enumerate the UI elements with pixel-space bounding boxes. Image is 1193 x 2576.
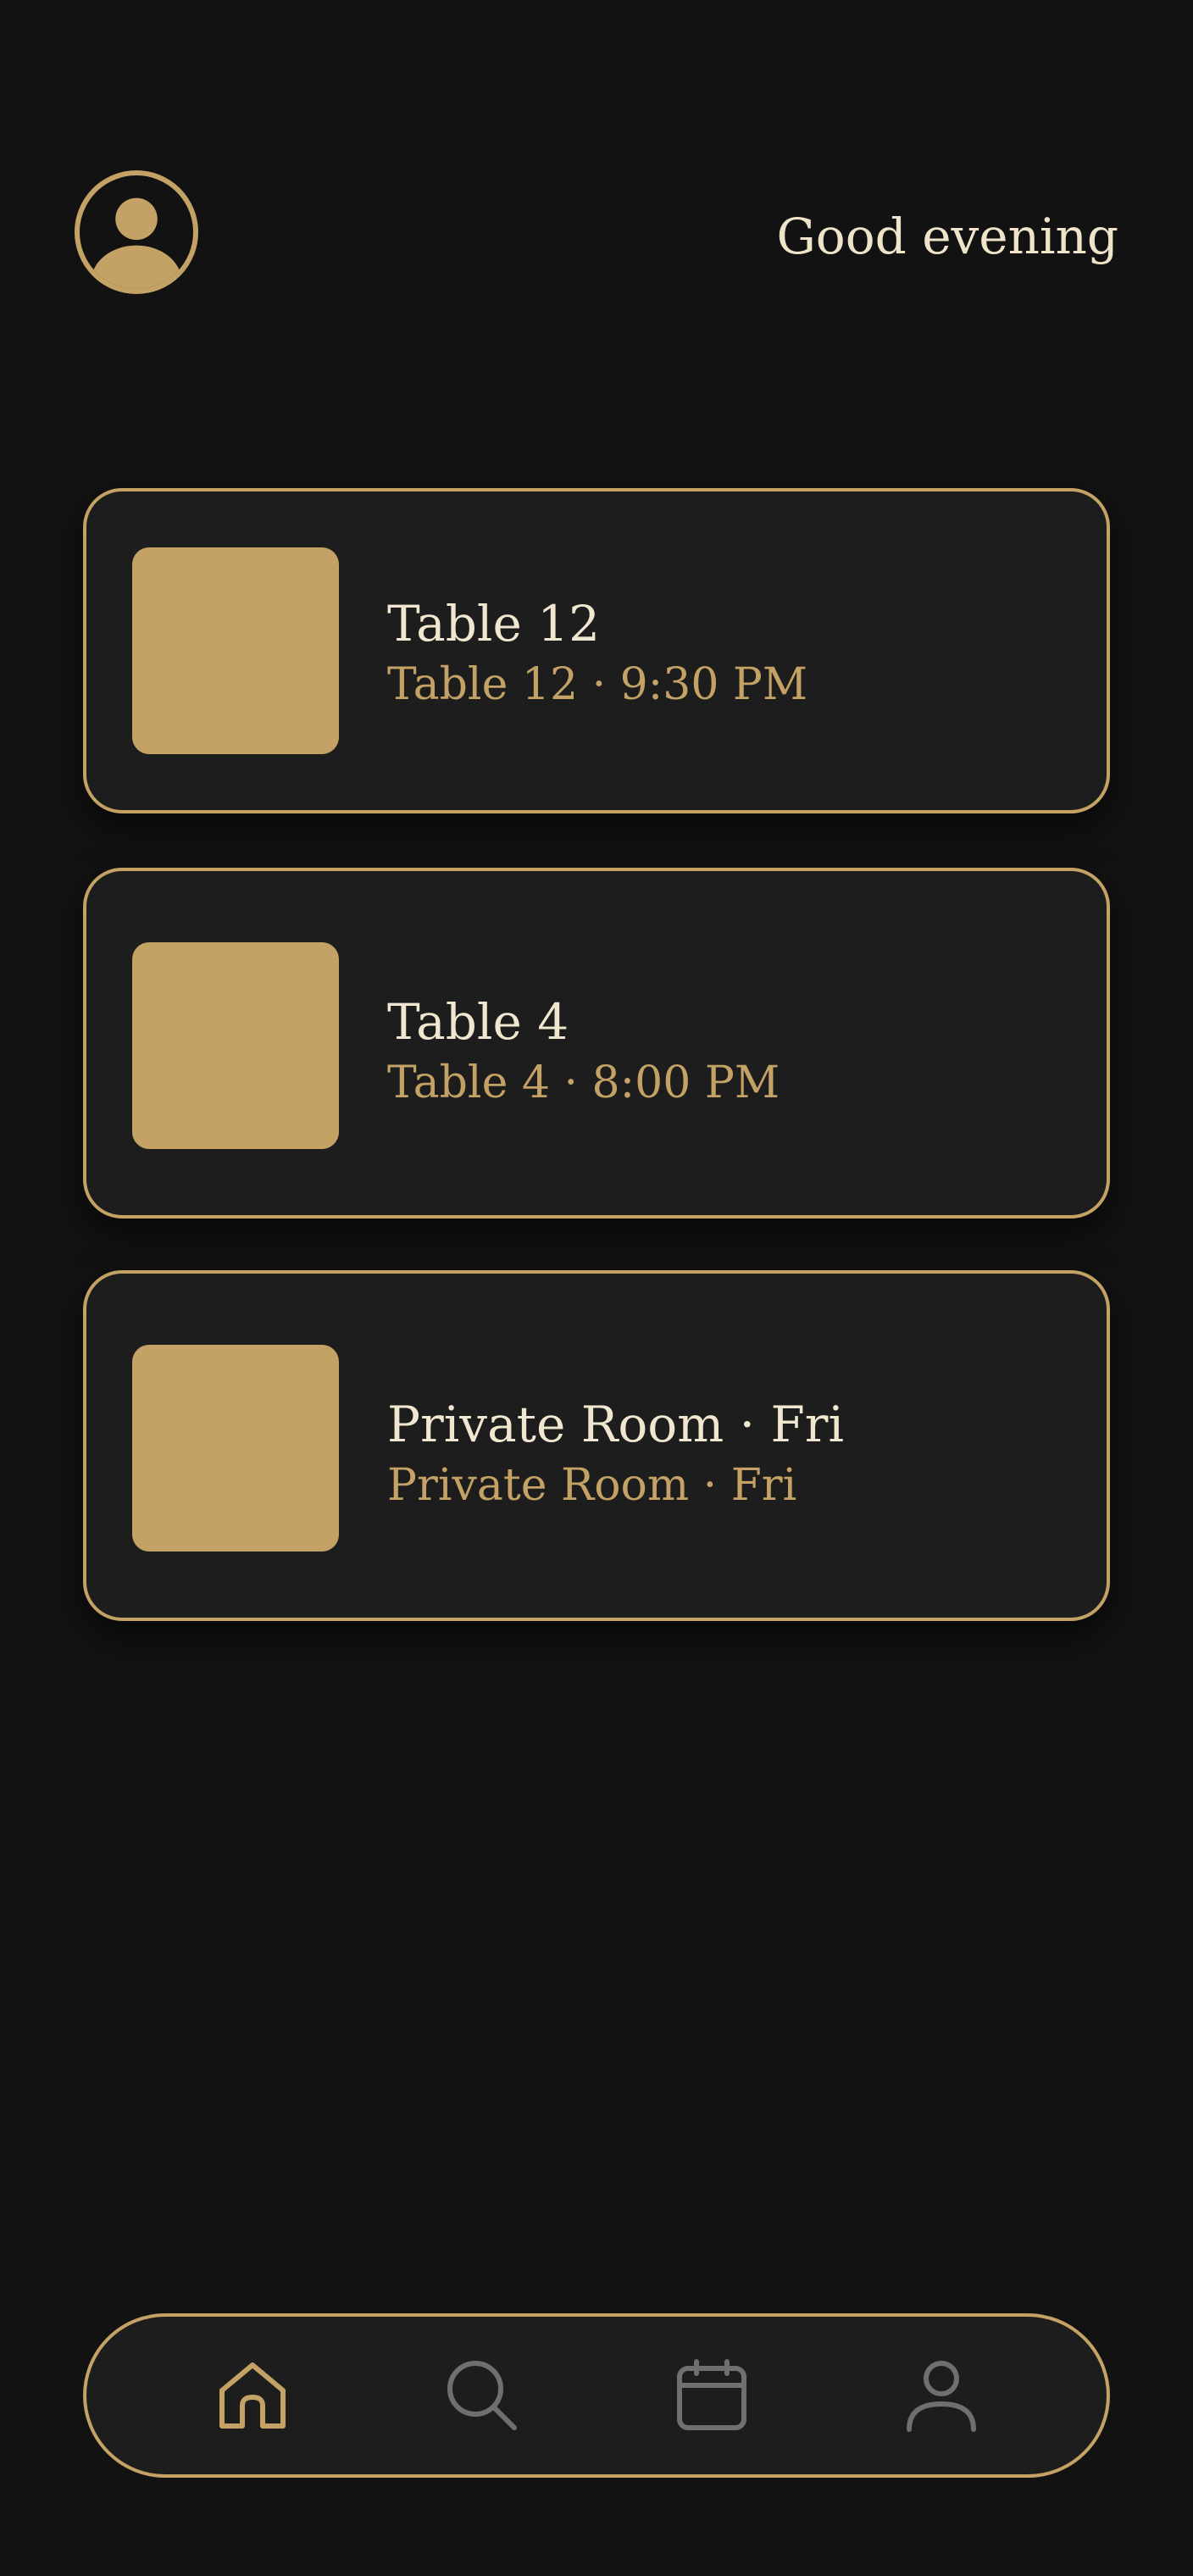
search-icon xyxy=(447,2361,517,2430)
home-icon xyxy=(219,2362,286,2429)
nav-home[interactable] xyxy=(202,2345,303,2446)
profile-icon xyxy=(906,2361,976,2432)
reservation-thumbnail xyxy=(132,1345,339,1552)
nav-calendar[interactable] xyxy=(661,2345,763,2446)
reservation-subtitle: Private Room · Fri xyxy=(387,1460,797,1511)
user-avatar-icon xyxy=(91,197,182,289)
reservation-title: Table 4 xyxy=(387,993,569,1051)
reservation-thumbnail xyxy=(132,547,339,754)
greeting-text: Good evening xyxy=(776,208,1118,265)
reservation-title: Private Room · Fri xyxy=(387,1396,845,1453)
reservation-card[interactable]: Private Room · Fri Private Room · Fri xyxy=(83,1270,1110,1621)
reservation-subtitle: Table 4 · 8:00 PM xyxy=(387,1058,780,1108)
bottom-navigation xyxy=(83,2313,1110,2478)
reservation-thumbnail xyxy=(132,942,339,1149)
reservation-card[interactable]: Table 4 Table 4 · 8:00 PM xyxy=(83,868,1110,1219)
nav-search[interactable] xyxy=(431,2345,533,2446)
reservation-title: Table 12 xyxy=(387,595,601,652)
avatar[interactable] xyxy=(75,170,198,294)
reservations-screen: Good evening Table 12 Table 12 · 9:30 PM… xyxy=(0,0,1193,2576)
reservation-details: Table 4 Table 4 · 8:00 PM xyxy=(387,990,1073,1112)
reservation-card[interactable]: Table 12 Table 12 · 9:30 PM xyxy=(83,488,1110,813)
nav-profile[interactable] xyxy=(891,2345,992,2446)
calendar-icon xyxy=(676,2359,746,2430)
reservation-details: Table 12 Table 12 · 9:30 PM xyxy=(387,591,1073,713)
reservation-details: Private Room · Fri Private Room · Fri xyxy=(387,1392,1073,1514)
reservation-subtitle: Table 12 · 9:30 PM xyxy=(387,659,808,710)
